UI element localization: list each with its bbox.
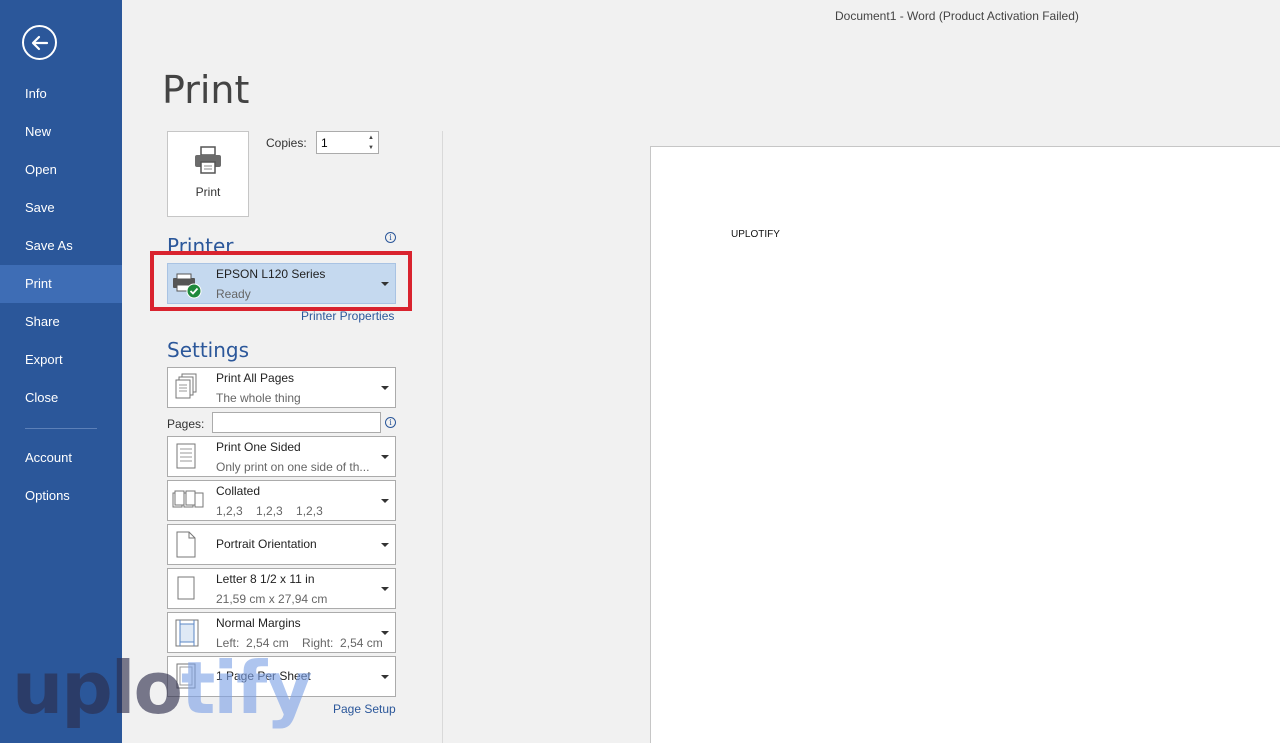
printer-name: EPSON L120 Series: [216, 267, 326, 281]
sidebar-item-options[interactable]: Options: [0, 477, 122, 515]
print-button-label: Print: [195, 185, 221, 199]
pages-input[interactable]: [212, 412, 381, 433]
spin-down-icon[interactable]: ▼: [366, 143, 376, 153]
printer-dropdown[interactable]: EPSON L120 Series Ready: [167, 263, 396, 304]
window-title: Document1 - Word (Product Activation Fai…: [835, 9, 1079, 23]
sidebar-item-open[interactable]: Open: [0, 151, 122, 189]
chevron-down-icon: [381, 543, 389, 547]
paper-size-dropdown[interactable]: Letter 8 1/2 x 11 in 21,59 cm x 27,94 cm: [167, 568, 396, 609]
paper-size-label: Letter 8 1/2 x 11 in: [216, 572, 315, 586]
sidebar-item-share[interactable]: Share: [0, 303, 122, 341]
uplotify-watermark: uplotify: [12, 646, 312, 730]
sidebar-item-info[interactable]: Info: [0, 75, 122, 113]
chevron-down-icon: [381, 587, 389, 591]
chevron-down-icon: [381, 675, 389, 679]
collation-dropdown[interactable]: Collated 1,2,3 1,2,3 1,2,3: [167, 480, 396, 521]
chevron-down-icon: [381, 631, 389, 635]
page-setup-link[interactable]: Page Setup: [333, 702, 396, 716]
orientation-dropdown[interactable]: Portrait Orientation: [167, 524, 396, 565]
pages-icon: [175, 373, 197, 399]
page-title: Print: [162, 68, 250, 112]
info-icon[interactable]: i: [385, 232, 396, 243]
portrait-icon: [176, 531, 196, 558]
sidebar-item-new[interactable]: New: [0, 113, 122, 151]
collation-sub: 1,2,3 1,2,3 1,2,3: [216, 504, 323, 518]
chevron-down-icon: [381, 282, 389, 286]
sides-label: Print One Sided: [216, 440, 301, 454]
collated-icon: [172, 490, 204, 508]
copies-label: Copies:: [266, 136, 307, 150]
margins-label: Normal Margins: [216, 616, 301, 630]
sidebar-item-save-as[interactable]: Save As: [0, 227, 122, 265]
sidebar-divider: [25, 428, 97, 429]
sides-dropdown[interactable]: Print One Sided Only print on one side o…: [167, 436, 396, 477]
sidebar-item-export[interactable]: Export: [0, 341, 122, 379]
copies-stepper[interactable]: ▲ ▼: [316, 131, 379, 154]
back-arrow-icon[interactable]: [22, 25, 57, 60]
watermark-part-2: tify: [180, 646, 312, 730]
spin-up-icon[interactable]: ▲: [366, 133, 376, 143]
printer-status: Ready: [216, 287, 251, 301]
print-range-sub: The whole thing: [216, 391, 301, 405]
watermark-part-1: uplo: [12, 646, 183, 730]
print-button[interactable]: Print: [167, 131, 249, 217]
sidebar-item-close[interactable]: Close: [0, 379, 122, 417]
backstage-sidebar: Info New Open Save Save As Print Share E…: [0, 0, 122, 743]
sidebar-item-print[interactable]: Print: [0, 265, 122, 303]
preview-text: UPLOTIFY: [731, 229, 780, 240]
sidebar-item-save[interactable]: Save: [0, 189, 122, 227]
chevron-down-icon: [381, 386, 389, 390]
orientation-label: Portrait Orientation: [216, 537, 317, 551]
copies-input[interactable]: [321, 135, 361, 151]
sidebar-item-account[interactable]: Account: [0, 439, 122, 477]
sides-sub: Only print on one side of th...: [216, 460, 370, 474]
printer-ready-icon: [173, 273, 202, 299]
paper-size-sub: 21,59 cm x 27,94 cm: [216, 592, 328, 606]
printer-icon: [195, 146, 221, 174]
chevron-down-icon: [381, 455, 389, 459]
print-range-dropdown[interactable]: Print All Pages The whole thing: [167, 367, 396, 408]
margins-icon: [175, 619, 199, 647]
pages-label: Pages:: [167, 417, 205, 431]
panel-divider: [442, 131, 443, 743]
collation-label: Collated: [216, 484, 261, 498]
chevron-down-icon: [381, 499, 389, 503]
paper-size-icon: [177, 576, 195, 600]
print-range-label: Print All Pages: [216, 371, 295, 385]
info-icon[interactable]: i: [385, 417, 396, 428]
settings-section-title: Settings: [167, 338, 250, 362]
printer-properties-link[interactable]: Printer Properties: [301, 309, 394, 323]
one-sided-icon: [176, 443, 196, 469]
